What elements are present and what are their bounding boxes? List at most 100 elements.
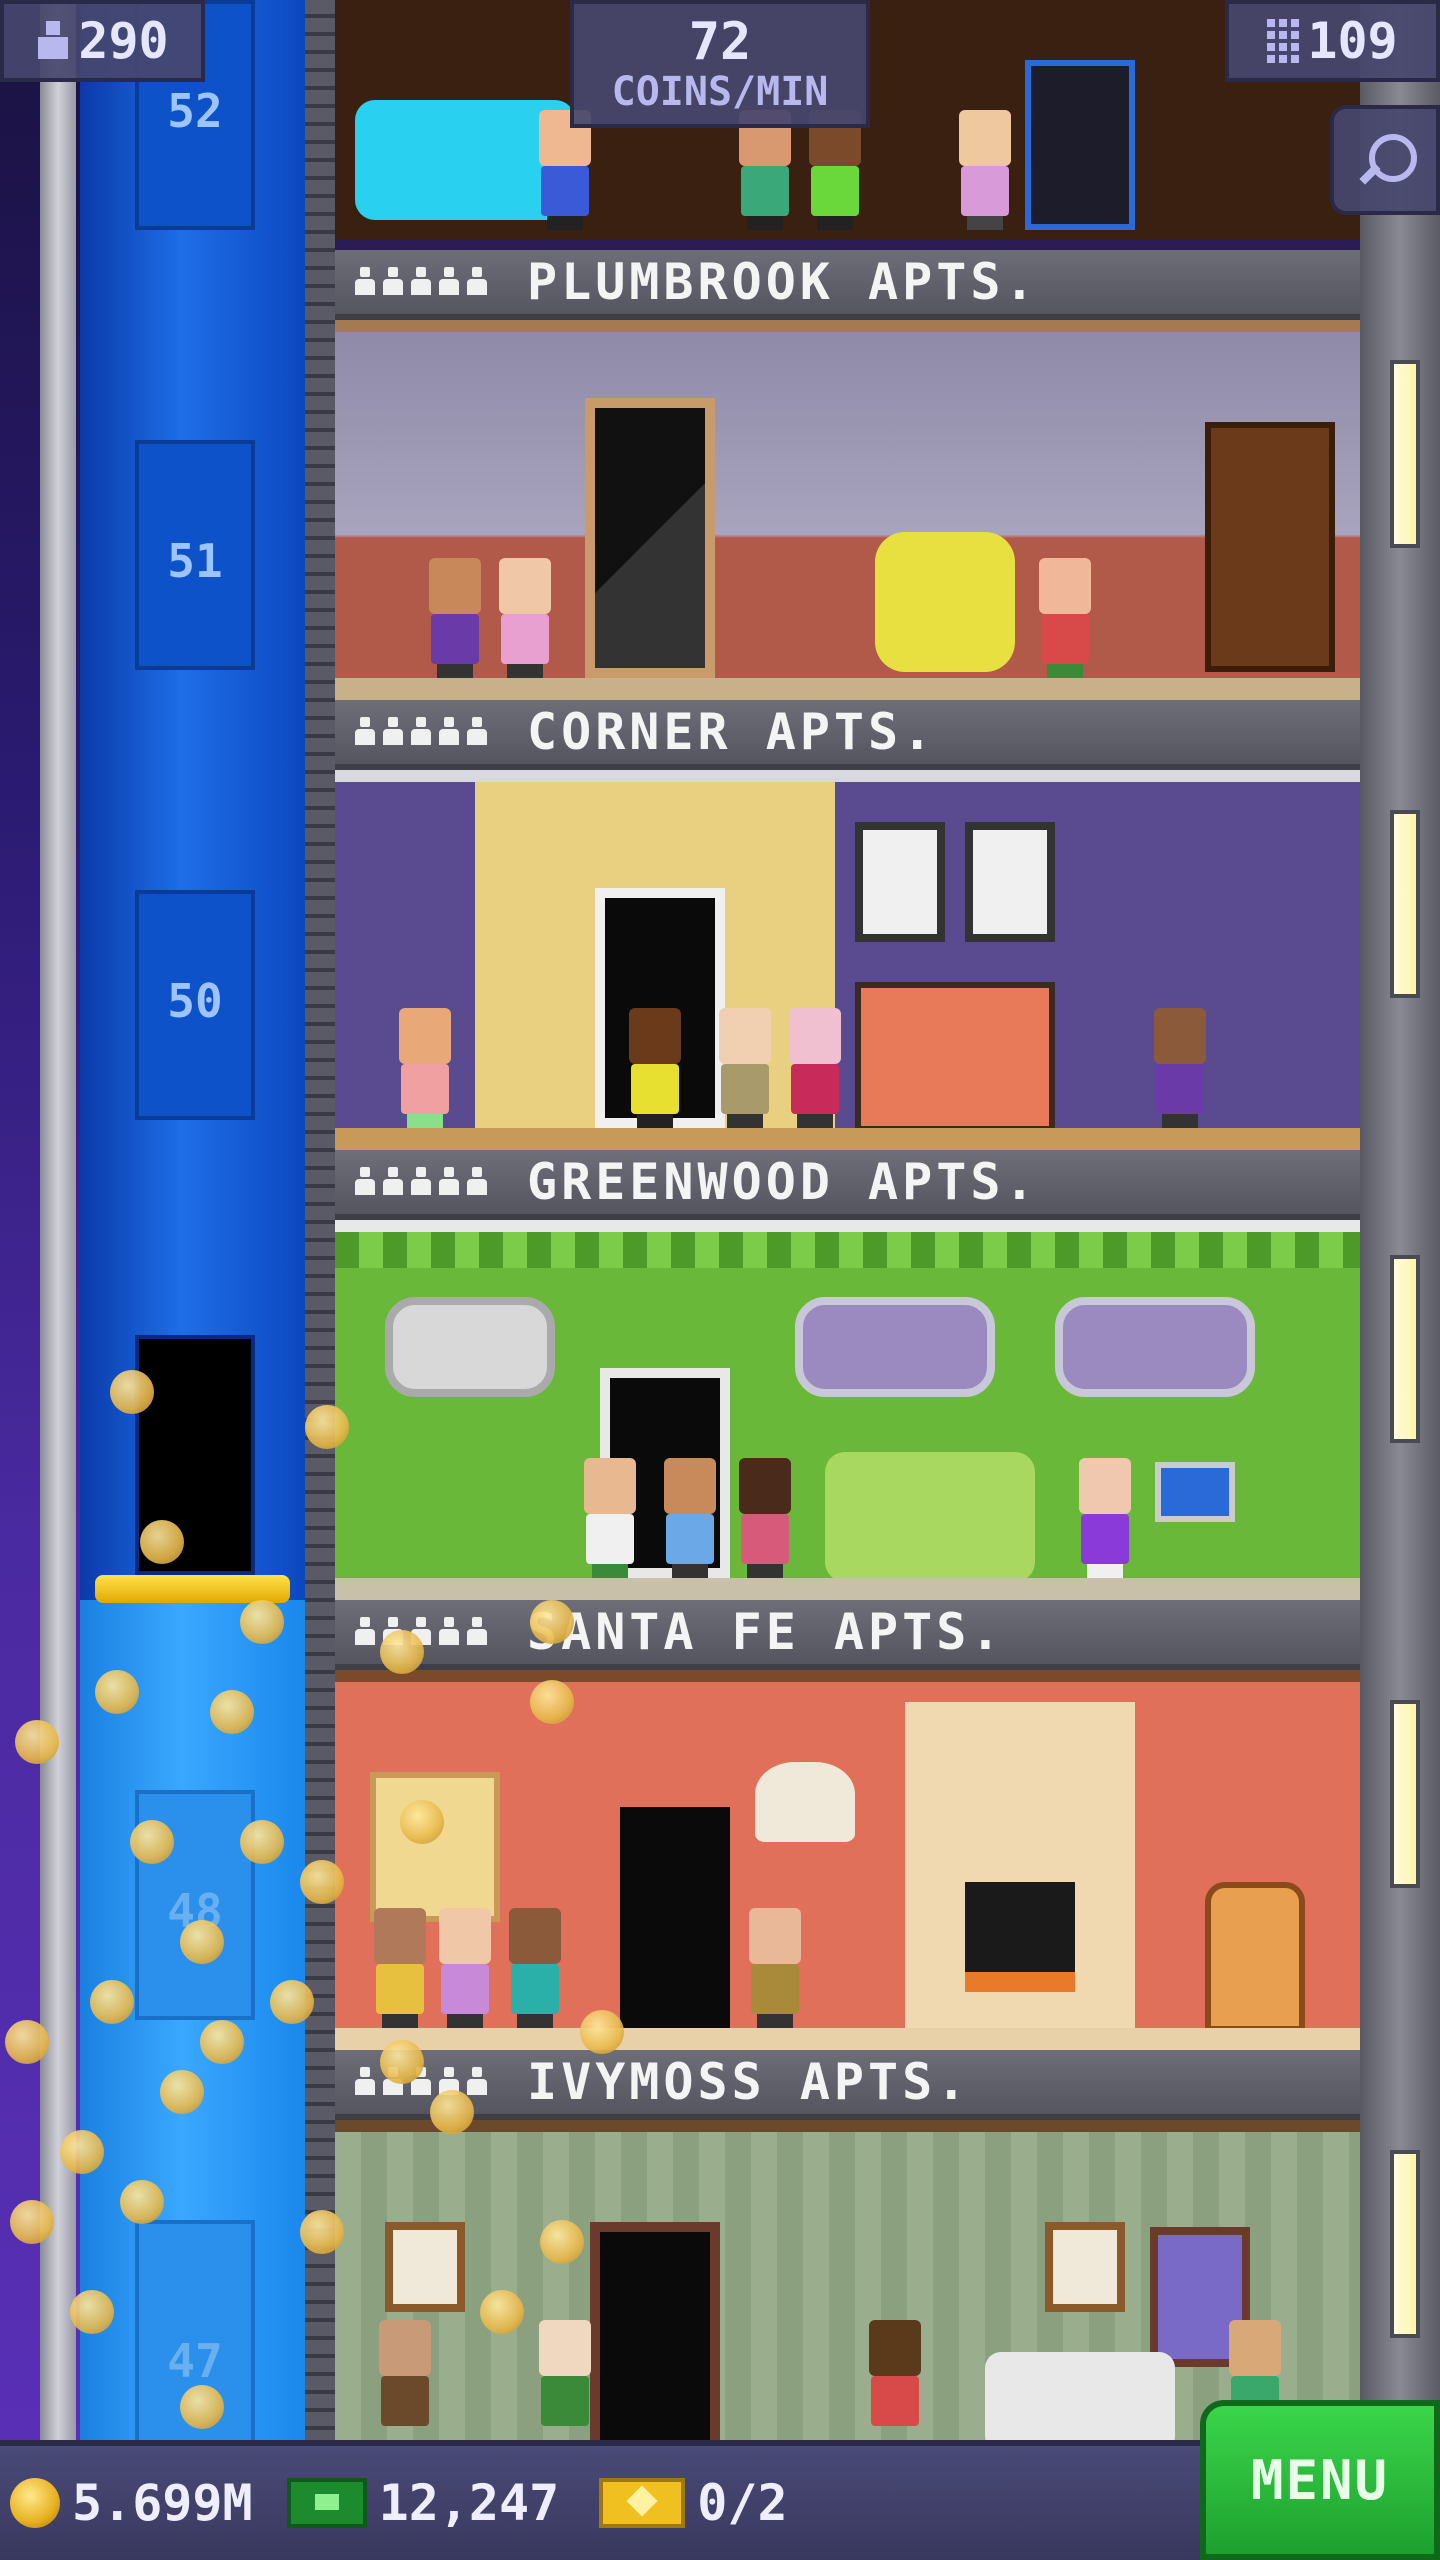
population-counter[interactable]: 290 bbox=[0, 0, 205, 82]
tenant-slots bbox=[355, 717, 487, 747]
floor-label-bar[interactable]: SANTA FE APTS. bbox=[335, 1600, 1360, 1670]
tenant[interactable] bbox=[715, 1008, 775, 1128]
search-icon bbox=[1355, 130, 1417, 190]
room-floor bbox=[335, 1128, 1360, 1150]
floor-number-label: 51 bbox=[167, 534, 223, 588]
wall-picture bbox=[965, 822, 1055, 942]
floor-number-label: 50 bbox=[167, 974, 223, 1028]
tenant[interactable] bbox=[660, 1458, 720, 1578]
tenant-slots bbox=[355, 267, 487, 297]
tenant[interactable] bbox=[865, 2320, 925, 2440]
floor-label-bar[interactable]: GREENWOOD APTS. bbox=[335, 1150, 1360, 1220]
floor-counter[interactable]: 109 bbox=[1225, 0, 1440, 82]
tenant[interactable] bbox=[495, 558, 555, 678]
wall-window bbox=[795, 1297, 995, 1397]
wall-picture bbox=[385, 2222, 465, 2312]
arcade-cabinet bbox=[1025, 60, 1135, 230]
tenant[interactable] bbox=[1035, 558, 1095, 678]
coin-rate-display: 72 COINS/MIN bbox=[570, 0, 870, 128]
room-floor bbox=[335, 678, 1360, 700]
tenant[interactable] bbox=[785, 1008, 845, 1128]
computer-monitor bbox=[1155, 1462, 1235, 1522]
green-sofa bbox=[825, 1452, 1035, 1582]
coin-particle bbox=[530, 1680, 574, 1724]
floor-label-bar[interactable]: IVYMOSS APTS. bbox=[335, 2050, 1360, 2120]
tenant[interactable] bbox=[745, 1908, 805, 2028]
tenant[interactable] bbox=[955, 110, 1015, 230]
tenant[interactable] bbox=[535, 2320, 595, 2440]
tower-bux-icon bbox=[286, 2478, 367, 2528]
tenant[interactable] bbox=[580, 1458, 640, 1578]
floor-name: SANTA FE APTS. bbox=[527, 1603, 1005, 1661]
wall-light bbox=[1390, 360, 1420, 548]
person-icon bbox=[36, 21, 70, 61]
coin-particle bbox=[140, 1520, 184, 1564]
tenant-slot-icon bbox=[355, 267, 375, 297]
wall-mirror bbox=[385, 1297, 555, 1397]
coin-particle bbox=[160, 2070, 204, 2114]
skull-decoration bbox=[755, 1762, 855, 1842]
tenant[interactable] bbox=[505, 1908, 565, 2028]
fireplace-opening bbox=[965, 1882, 1075, 1992]
golden-ticket-icon bbox=[599, 2478, 686, 2528]
floor-room-plumbrook[interactable] bbox=[335, 320, 1360, 700]
floor-room-santa-fe[interactable] bbox=[335, 1670, 1360, 2050]
coin-particle bbox=[240, 1600, 284, 1644]
search-button[interactable] bbox=[1330, 105, 1440, 215]
population-value: 290 bbox=[78, 12, 169, 70]
coin-particle bbox=[380, 2040, 424, 2084]
floor-room-greenwood[interactable] bbox=[335, 1220, 1360, 1600]
tickets-counter[interactable]: 0/2 bbox=[599, 2474, 788, 2532]
floor-name: CORNER APTS. bbox=[527, 703, 937, 761]
coin-particle bbox=[130, 1820, 174, 1864]
shaft-floor-panel-51: 51 bbox=[135, 440, 255, 670]
wall-picture bbox=[1045, 2222, 1125, 2312]
tenant-slot-icon bbox=[467, 717, 487, 747]
tenant[interactable] bbox=[395, 1008, 455, 1128]
floor-room-ivymoss[interactable] bbox=[335, 2120, 1360, 2440]
building-icon bbox=[1267, 19, 1300, 63]
tenant-slot-icon bbox=[439, 1617, 459, 1647]
coin-rate-value: 72 bbox=[688, 12, 752, 72]
coin-particle bbox=[480, 2290, 524, 2334]
elevator-rail bbox=[40, 0, 76, 2440]
tenant[interactable] bbox=[1075, 1458, 1135, 1578]
shaft-divider bbox=[305, 0, 335, 2440]
floor-label-bar[interactable]: PLUMBROOK APTS. bbox=[335, 250, 1360, 320]
tenant[interactable] bbox=[735, 110, 795, 230]
tenant[interactable] bbox=[1150, 1008, 1210, 1128]
coin-particle bbox=[90, 1980, 134, 2024]
coin-particle bbox=[200, 2020, 244, 2064]
coin-particle bbox=[300, 1860, 344, 1904]
tenant-slot-icon bbox=[383, 267, 403, 297]
floor-room-corner[interactable] bbox=[335, 770, 1360, 1150]
tenant[interactable] bbox=[375, 2320, 435, 2440]
tenant[interactable] bbox=[535, 110, 595, 230]
tenant-slot-icon bbox=[383, 1167, 403, 1197]
coin-particle bbox=[400, 1800, 444, 1844]
tenant[interactable] bbox=[370, 1908, 430, 2028]
floor-label-bar[interactable]: CORNER APTS. bbox=[335, 700, 1360, 770]
coin-particle bbox=[180, 1920, 224, 1964]
coin-particle bbox=[540, 2220, 584, 2264]
coins-balance[interactable]: 5.699M bbox=[10, 2474, 253, 2532]
tenant[interactable] bbox=[425, 558, 485, 678]
tenant[interactable] bbox=[435, 1908, 495, 2028]
tickets-value: 0/2 bbox=[697, 2474, 788, 2532]
tenant-slot-icon bbox=[439, 267, 459, 297]
bux-balance[interactable]: 12,247 bbox=[286, 2474, 559, 2532]
coin-particle bbox=[270, 1980, 314, 2024]
tenant[interactable] bbox=[805, 110, 865, 230]
yellow-armchair bbox=[875, 532, 1015, 672]
tenant-slot-icon bbox=[467, 1617, 487, 1647]
tenant[interactable] bbox=[625, 1008, 685, 1128]
room-floor bbox=[335, 2028, 1360, 2050]
floor-name: GREENWOOD APTS. bbox=[527, 1153, 1039, 1211]
menu-button[interactable]: MENU bbox=[1200, 2400, 1440, 2560]
coin-particle bbox=[15, 1720, 59, 1764]
tenant[interactable] bbox=[735, 1458, 795, 1578]
bed bbox=[855, 982, 1055, 1132]
tenant-slot-icon bbox=[355, 717, 375, 747]
coin-particle bbox=[95, 1670, 139, 1714]
tenant-slot-icon bbox=[411, 1167, 431, 1197]
